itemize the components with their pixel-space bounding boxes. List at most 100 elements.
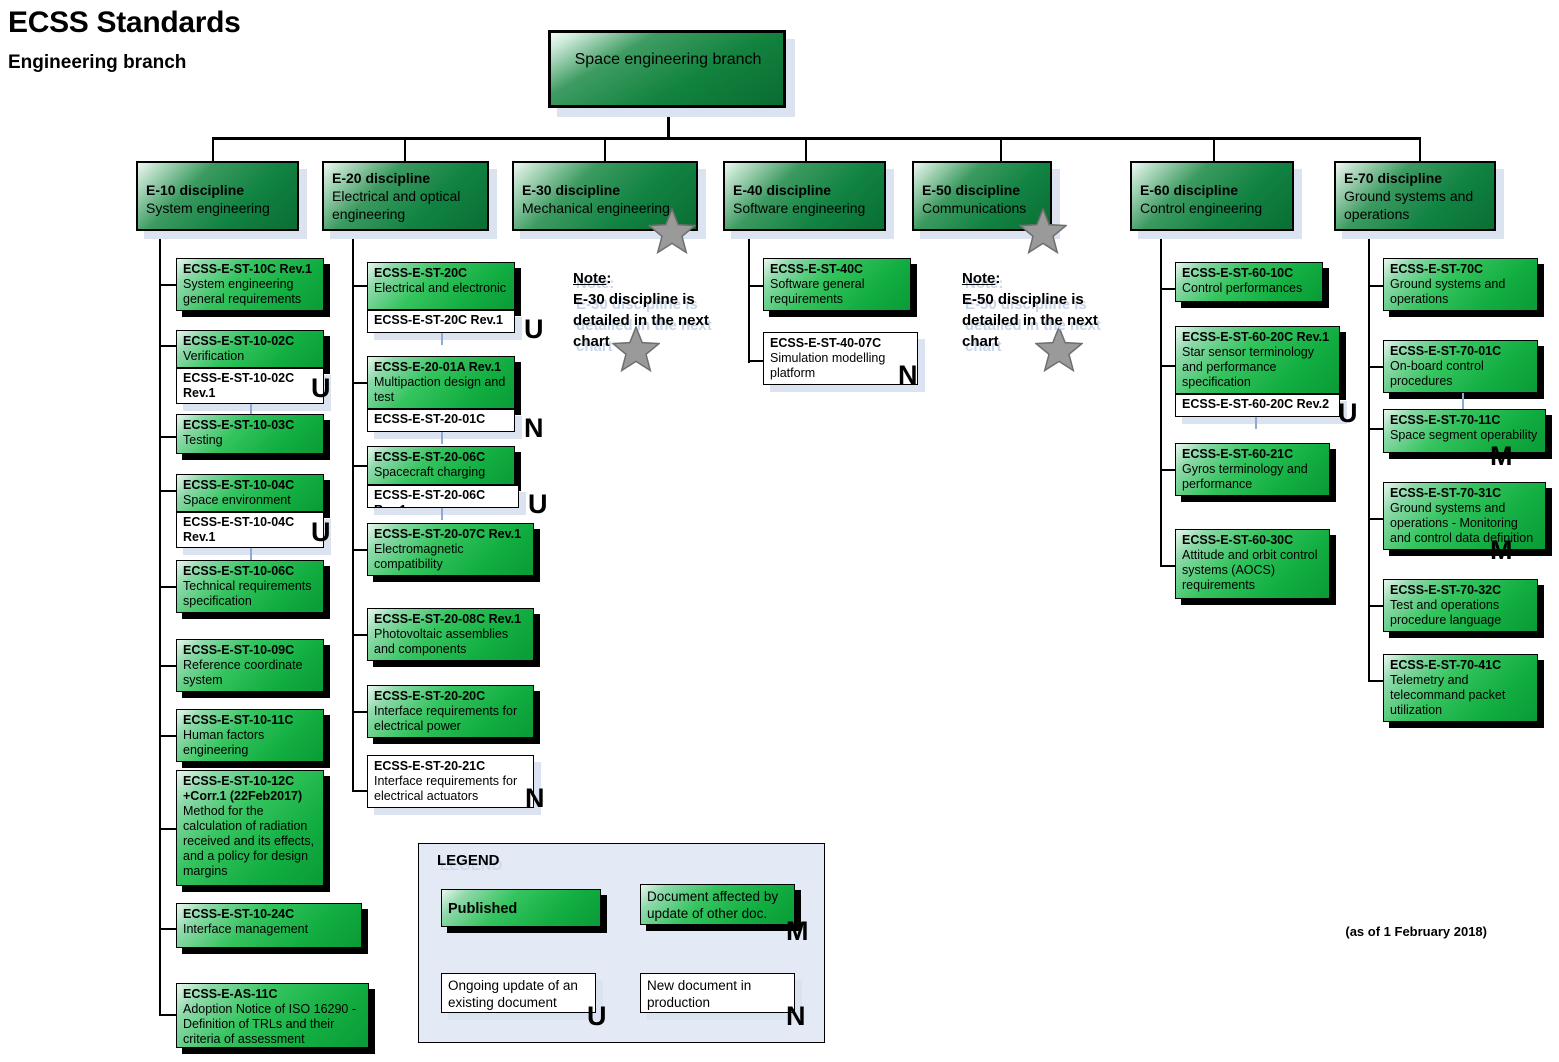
doc-node[interactable]: ECSS-E-ST-10-24C Interface management [176, 903, 368, 954]
doc-title: ECSS-E-AS-11C [183, 987, 278, 1001]
doc-node[interactable]: ECSS-E-ST-10-02C Verification [176, 330, 330, 374]
note-colon: : [995, 270, 1001, 287]
connector-revision [1255, 417, 1257, 429]
legend-label: Document affected by update of other doc… [647, 889, 779, 921]
doc-title: ECSS-E-ST-20C [374, 266, 468, 280]
doc-desc: Interface requirements for electrical ac… [374, 774, 518, 803]
doc-node[interactable]: ECSS-E-ST-60-20C Rev.1 Star sensor termi… [1175, 326, 1346, 400]
doc-revision-node[interactable]: ECSS-E-ST-20-01C [367, 409, 522, 439]
doc-title: ECSS-E-20-01A Rev.1 [374, 360, 502, 374]
doc-node[interactable]: ECSS-E-ST-10-09C Reference coordinate sy… [176, 639, 330, 698]
doc-title: ECSS-E-ST-20-07C Rev.1 [374, 527, 522, 541]
doc-node-box: ECSS-E-ST-60-10C Control performances [1175, 262, 1323, 302]
doc-node[interactable]: ECSS-E-ST-40C Software general requireme… [763, 258, 917, 317]
leader-line [1368, 680, 1384, 682]
doc-revision-node[interactable]: ECSS-E-ST-20-06C Rev.1 [367, 485, 526, 515]
leader-line [159, 586, 177, 588]
status-badge-m: M [1490, 535, 1513, 565]
doc-revision-node[interactable]: ECSS-E-ST-10-02C Rev.1 [176, 368, 331, 411]
doc-node[interactable]: ECSS-E-ST-10-03C Testing [176, 414, 330, 460]
leader-line [748, 285, 764, 287]
doc-node[interactable]: ECSS-E-ST-40-07C Simulation modelling pl… [763, 332, 925, 392]
doc-node[interactable]: ECSS-E-ST-70-31C Ground systems and oper… [1383, 482, 1552, 556]
doc-desc: Photovoltaic assemblies and components [374, 627, 509, 656]
doc-node[interactable]: ECSS-E-ST-20-08C Rev.1 Photovoltaic asse… [367, 608, 540, 667]
doc-node[interactable]: ECSS-E-20-01A Rev.1 Multipaction design … [367, 356, 521, 415]
leader-line [352, 549, 368, 551]
doc-node[interactable]: ECSS-E-ST-20-20C Interface requirements … [367, 685, 540, 744]
doc-node-box: ECSS-E-ST-10-11C Human factors engineeri… [176, 709, 324, 762]
doc-node[interactable]: ECSS-E-ST-70-11C Space segment operabili… [1383, 409, 1552, 459]
doc-node-box: ECSS-E-ST-10C Rev.1 System engineering g… [176, 258, 324, 311]
discipline-code: E-20 discipline [332, 170, 431, 186]
discipline-code: E-10 discipline [146, 182, 245, 198]
doc-node[interactable]: ECSS-E-ST-70C Ground systems and operati… [1383, 258, 1544, 317]
leader-line [352, 790, 368, 792]
doc-node[interactable]: ECSS-E-ST-70-01C On-board control proced… [1383, 340, 1544, 399]
doc-node[interactable]: ECSS-E-ST-10-12C +Corr.1 (22Feb2017) Met… [176, 770, 330, 892]
doc-node[interactable]: ECSS-E-ST-10C Rev.1 System engineering g… [176, 258, 330, 317]
doc-node-box: ECSS-E-ST-60-30C Attitude and orbit cont… [1175, 529, 1330, 599]
page-subtitle: Engineering branch [8, 52, 187, 73]
note-body: E-50 discipline is detailed in the next … [962, 291, 1098, 350]
discipline-name: Software engineering [733, 200, 866, 216]
doc-node[interactable]: ECSS-E-ST-70-41C Telemetry and telecomma… [1383, 654, 1544, 728]
doc-title: ECSS-E-ST-10-24C [183, 907, 295, 921]
doc-node[interactable]: ECSS-E-ST-20-06C Spacecraft charging [367, 446, 521, 491]
leader-line [352, 285, 368, 287]
status-badge-m: M [786, 916, 809, 946]
discipline-e-70[interactable]: E-70 discipline Ground systems and opera… [1334, 161, 1504, 239]
status-badge-u: U [1338, 398, 1358, 428]
discipline-e-20[interactable]: E-20 discipline Electrical and optical e… [322, 161, 497, 239]
doc-node[interactable]: ECSS-E-ST-60-21C Gyros terminology and p… [1175, 443, 1336, 502]
note-colon: : [606, 270, 612, 287]
doc-revision-node[interactable]: ECSS-E-ST-60-20C Rev.2 [1175, 394, 1347, 424]
doc-node[interactable]: ECSS-E-ST-20-07C Rev.1 Electromagnetic c… [367, 523, 540, 582]
legend-title: LEGEND [437, 852, 500, 869]
discipline-e-60[interactable]: E-60 discipline Control engineering [1130, 161, 1302, 239]
connector-revision [441, 333, 443, 345]
leader-line [159, 284, 177, 286]
doc-node[interactable]: ECSS-E-AS-11C Adoption Notice of ISO 162… [176, 983, 375, 1054]
doc-title: ECSS-E-ST-60-30C [1182, 533, 1294, 547]
doc-node[interactable]: ECSS-E-ST-10-04C Space environment [176, 474, 330, 518]
discipline-e-40[interactable]: E-40 discipline Software engineering [723, 161, 894, 239]
discipline-e-10[interactable]: E-10 discipline System engineering [136, 161, 307, 239]
doc-title: ECSS-E-ST-10-06C [183, 564, 295, 578]
doc-revision-box: ECSS-E-ST-20C Rev.1 [367, 310, 515, 333]
doc-node-box: ECSS-E-ST-70-11C Space segment operabili… [1383, 409, 1546, 453]
spine-e20 [352, 230, 354, 792]
doc-node[interactable]: ECSS-E-ST-10-06C Technical requirements … [176, 560, 330, 619]
doc-revision-title: ECSS-E-ST-20-01C [374, 412, 486, 426]
doc-node[interactable]: ECSS-E-ST-60-10C Control performances [1175, 262, 1329, 308]
doc-title: ECSS-E-ST-70C [1390, 262, 1484, 276]
doc-node[interactable]: ECSS-E-ST-60-30C Attitude and orbit cont… [1175, 529, 1336, 605]
legend-swatch-published: Published [441, 889, 601, 927]
doc-title: ECSS-E-ST-10-09C [183, 643, 295, 657]
root-node[interactable]: Space engineering branch [548, 30, 795, 117]
status-badge-n: N [898, 360, 918, 390]
legend-item-new: New document in production [640, 973, 802, 1020]
doc-desc: Ground systems and operations - Monitori… [1390, 501, 1534, 545]
doc-node[interactable]: ECSS-E-ST-70-32C Test and operations pro… [1383, 579, 1544, 638]
doc-desc: Attitude and orbit control systems (AOCS… [1182, 548, 1318, 592]
doc-revision-node[interactable]: ECSS-E-ST-20C Rev.1 [367, 310, 522, 340]
discipline-code: E-40 discipline [733, 182, 832, 198]
doc-revision-box: ECSS-E-ST-20-06C Rev.1 [367, 485, 519, 508]
star-icon-e30 [648, 208, 696, 254]
doc-node[interactable]: ECSS-E-ST-10-11C Human factors engineeri… [176, 709, 330, 768]
note-lead: Note [573, 270, 607, 287]
doc-node[interactable]: ECSS-E-ST-20C Electrical and electronic [367, 262, 521, 316]
doc-node[interactable]: ECSS-E-ST-20-21C Interface requirements … [367, 755, 541, 815]
doc-title: ECSS-E-ST-70-31C [1390, 486, 1502, 500]
doc-revision-title: ECSS-E-ST-10-02C Rev.1 [183, 371, 295, 400]
doc-revision-node[interactable]: ECSS-E-ST-10-04C Rev.1 [176, 512, 331, 555]
leader-line [1368, 428, 1384, 430]
legend-label: Ongoing update of an existing document [448, 978, 578, 1010]
doc-desc: Control performances [1182, 281, 1303, 295]
status-badge-u: U [528, 489, 548, 519]
doc-desc: Testing [183, 433, 223, 447]
leader-line [352, 465, 368, 467]
status-badge-n: N [525, 783, 545, 813]
discipline-name: System engineering [146, 200, 270, 216]
